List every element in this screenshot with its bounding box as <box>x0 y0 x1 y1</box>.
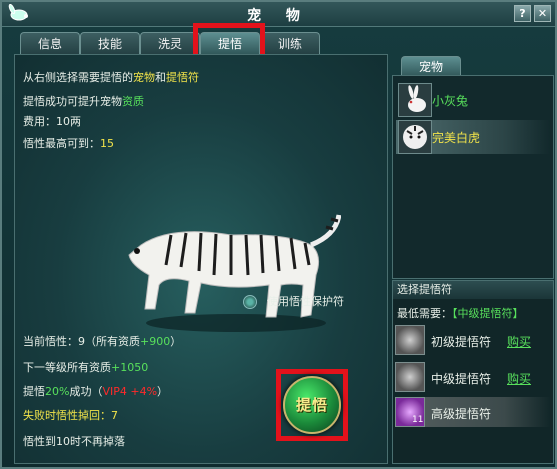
buy-basic-charm-link[interactable]: 购买 <box>507 333 531 350</box>
current-aptitude-bonus: +900 <box>140 335 171 348</box>
no-drop-text: 悟性到10时不再掉落 <box>23 435 125 448</box>
charm-item-advanced[interactable]: 11 高级提悟符 <box>395 397 551 427</box>
instruction-text: 从右侧选择需要提悟的 <box>23 71 133 84</box>
max-level-label: 悟性最高可到： <box>23 137 100 150</box>
max-level-line: 悟性最高可到：15 <box>23 135 114 151</box>
min-need-line: 最低需要：【中级提悟符】 <box>397 305 524 321</box>
white-tiger-model <box>128 214 341 332</box>
protect-label: 使用悟性保护符 <box>267 295 344 308</box>
and-text: 和 <box>155 71 166 84</box>
fail-drop-text: 失败时悟性掉回：7 <box>23 409 118 422</box>
paren-close: ） <box>170 335 182 348</box>
pet-item-gray-rabbit[interactable]: 小灰兔 <box>396 83 550 117</box>
tiger-avatar-icon <box>398 120 432 154</box>
success-rate-line: 提悟20%成功（VIP4 +4%） <box>23 383 168 399</box>
tab-wash[interactable]: 洗灵 <box>140 32 200 55</box>
next-level-line: 下一等级所有资质+1050 <box>23 359 148 375</box>
vip-bonus: VIP4 +4% <box>102 385 158 398</box>
charm-name: 初级提悟符 <box>431 335 492 349</box>
pet-name: 完美白虎 <box>432 131 481 145</box>
window-title: 宠 物 <box>247 8 310 24</box>
tab-skills[interactable]: 技能 <box>80 32 140 55</box>
tab-pet-list[interactable]: 宠物 <box>401 56 461 77</box>
basic-charm-icon <box>395 325 425 355</box>
charm-item-middle[interactable]: 中级提悟符 购买 <box>395 362 551 392</box>
protect-charm-option[interactable]: 使用悟性保护符 <box>243 293 344 309</box>
rabbit-avatar-icon <box>398 83 432 117</box>
enlighten-button-label: 提悟 <box>295 396 328 414</box>
help-button[interactable]: ? <box>514 5 531 22</box>
protect-radio[interactable] <box>243 295 257 309</box>
aptitude-keyword: 资质 <box>122 95 144 108</box>
next-aptitude-bonus: +1050 <box>111 361 149 374</box>
charm-name: 高级提悟符 <box>431 407 492 421</box>
buy-middle-charm-link[interactable]: 购买 <box>507 370 531 387</box>
min-need-label: 最低需要： <box>397 307 452 320</box>
max-level-value: 15 <box>100 137 114 150</box>
advanced-charm-icon: 11 <box>395 397 425 427</box>
current-insight-line: 当前悟性：9（所有资质+900） <box>23 333 181 349</box>
current-insight-text: 当前悟性：9（所有资质 <box>23 335 140 348</box>
item-count: 11 <box>412 415 424 425</box>
instruction-line-2: 提悟成功可提升宠物资质 <box>23 93 144 109</box>
success-rate-value: 20% <box>45 385 70 398</box>
tab-info[interactable]: 信息 <box>20 32 80 55</box>
rate-prefix: 提悟 <box>23 385 45 398</box>
middle-charm-icon <box>395 362 425 392</box>
charm-panel-header: 选择提悟符 <box>393 281 553 299</box>
charm-item-basic[interactable]: 初级提悟符 购买 <box>395 325 551 355</box>
pet-item-white-tiger[interactable]: 完美白虎 <box>396 120 550 154</box>
pet-keyword: 宠物 <box>133 71 155 84</box>
pet-name: 小灰兔 <box>432 94 469 108</box>
rate-suffix: 成功（ <box>69 385 103 398</box>
next-level-text: 下一等级所有资质 <box>23 361 111 374</box>
charm-keyword: 提悟符 <box>166 71 199 84</box>
min-need-value: 【中级提悟符】 <box>452 307 524 320</box>
cost-text: 费用：10两 <box>23 115 81 128</box>
title-bar[interactable]: 宠 物 ? ✕ <box>2 2 555 27</box>
enlighten-button[interactable]: 提悟 <box>283 376 341 434</box>
charm-name: 中级提悟符 <box>431 372 492 386</box>
paren-close: ） <box>157 385 169 398</box>
instruction-text: 提悟成功可提升宠物 <box>23 95 122 108</box>
close-button[interactable]: ✕ <box>534 5 551 22</box>
tab-train[interactable]: 训练 <box>260 32 320 55</box>
instruction-line-1: 从右侧选择需要提悟的宠物和提悟符 <box>23 69 199 85</box>
